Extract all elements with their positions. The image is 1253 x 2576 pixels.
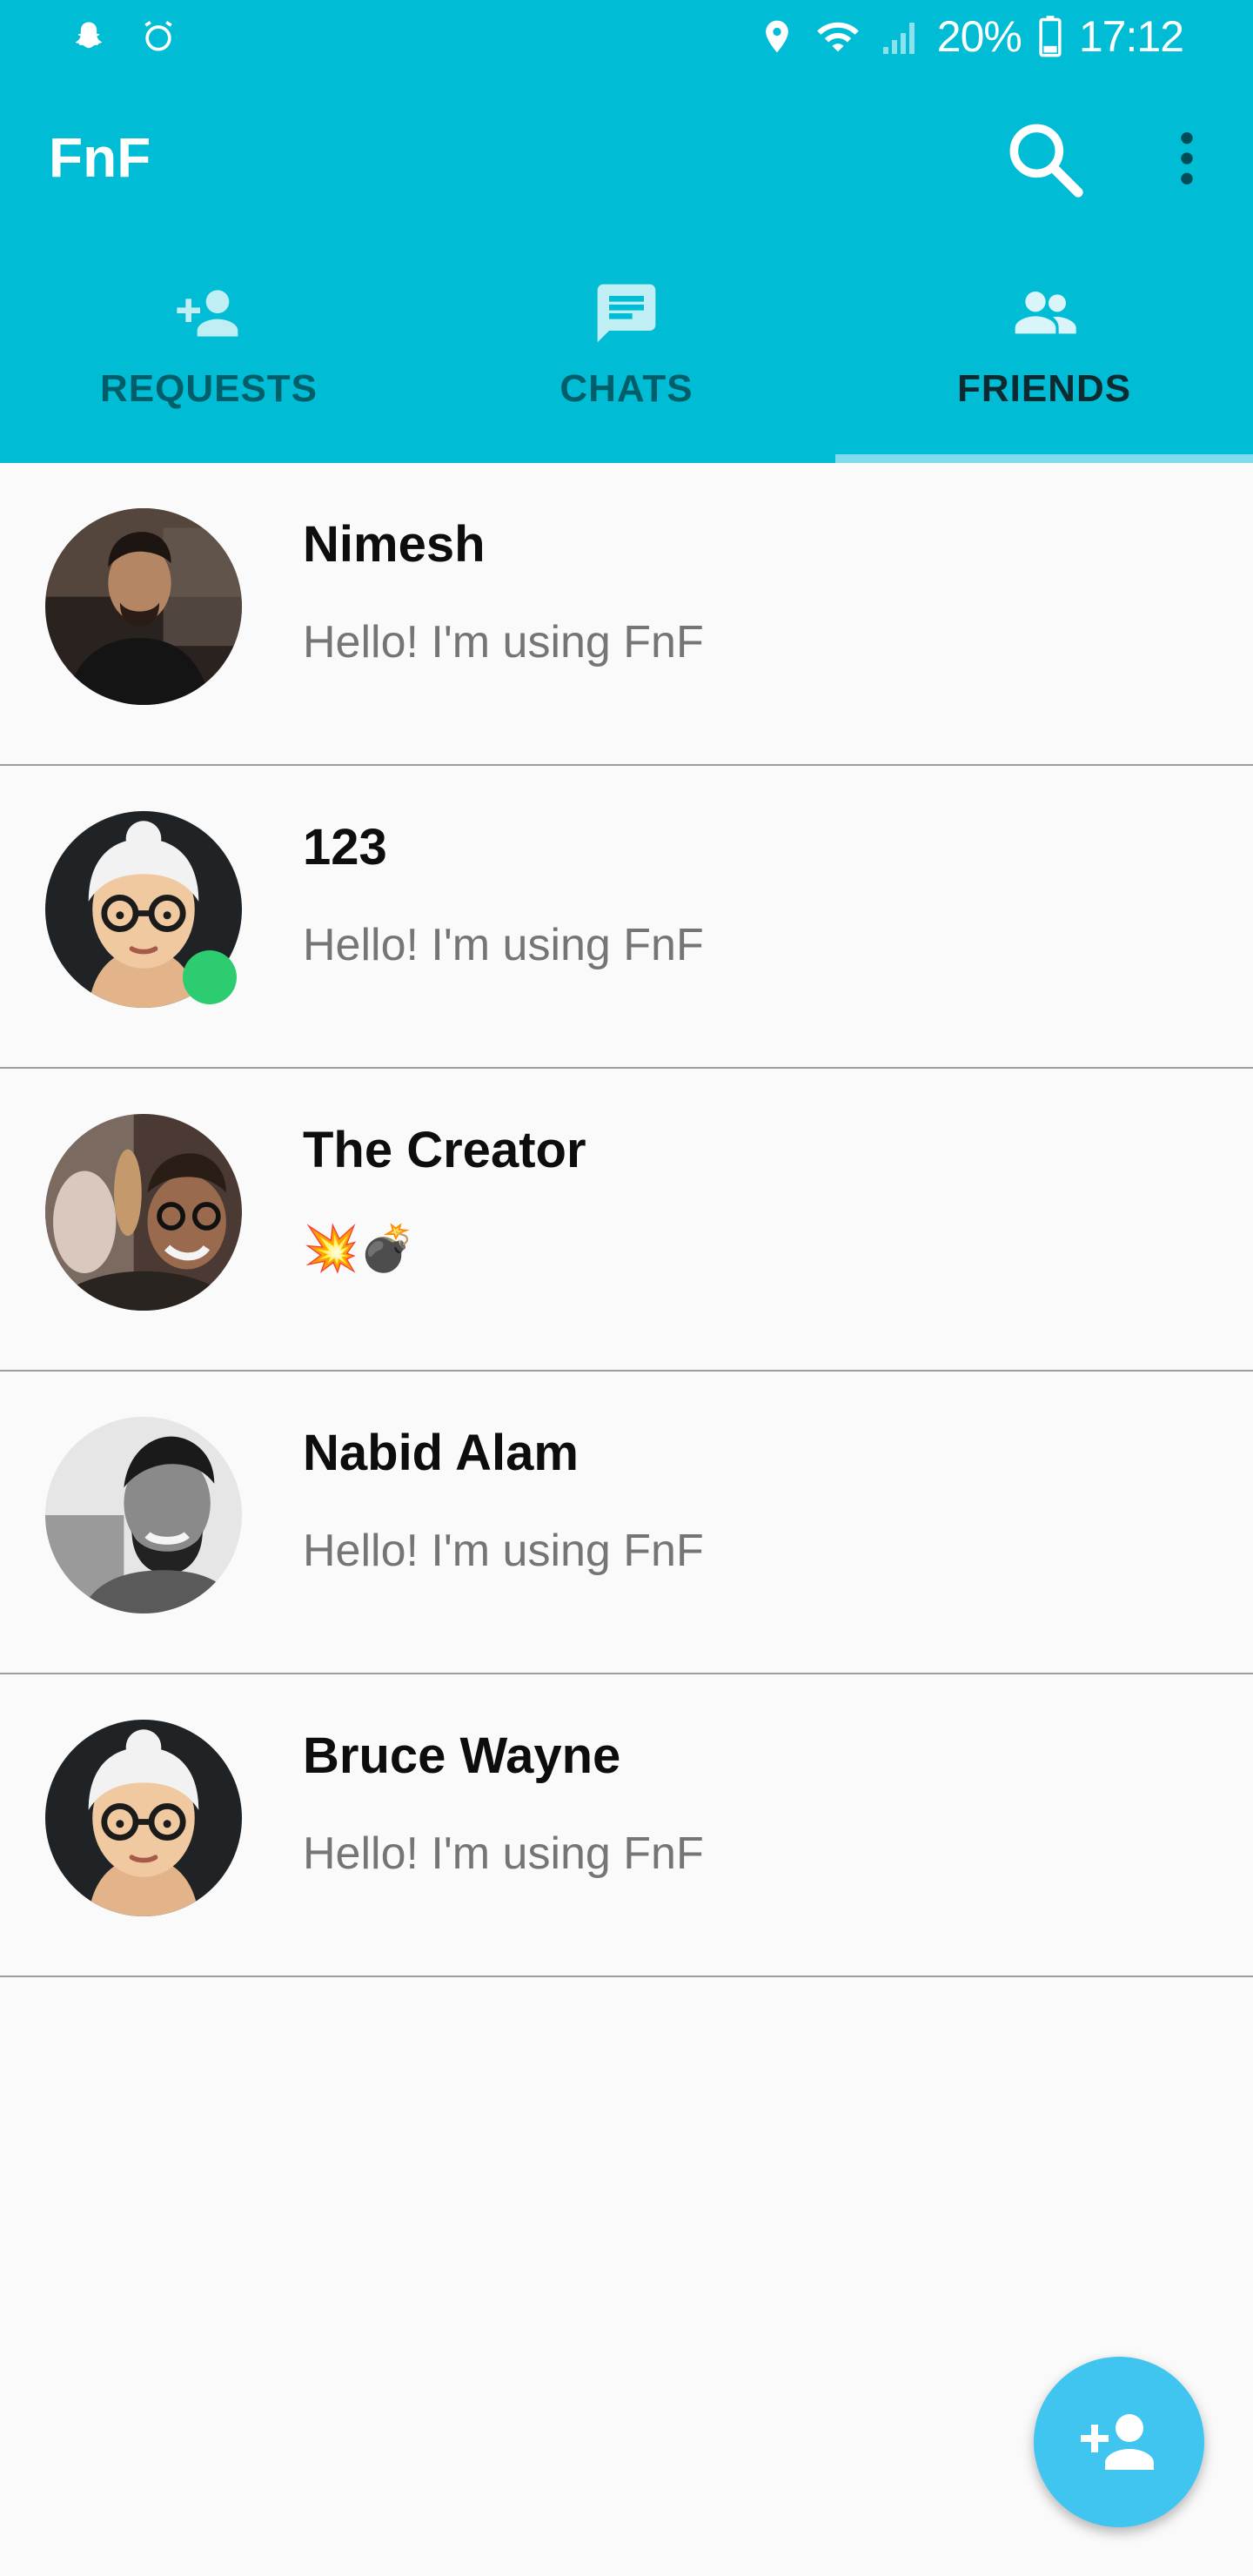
battery-icon bbox=[1039, 16, 1062, 57]
friend-name: Nimesh bbox=[303, 516, 486, 573]
chat-icon bbox=[597, 284, 656, 343]
friend-status: 💥💣 bbox=[303, 1224, 416, 1274]
online-indicator bbox=[183, 950, 237, 1004]
list-item[interactable]: Nabid Alam Hello! I'm using FnF bbox=[0, 1372, 1253, 1674]
add-friend-fab[interactable] bbox=[1034, 2357, 1204, 2527]
tab-bar: REQUESTS CHATS FRIENDS bbox=[0, 252, 1253, 463]
search-icon bbox=[1009, 124, 1083, 198]
default-avatar-icon bbox=[45, 1720, 242, 1916]
friends-list: Nimesh Hello! I'm using FnF 123 Hello! I… bbox=[0, 463, 1253, 1977]
person-add-icon bbox=[177, 290, 238, 337]
more-options-button[interactable] bbox=[1152, 113, 1222, 204]
friend-name: Nabid Alam bbox=[303, 1425, 579, 1481]
person-add-icon bbox=[1081, 2414, 1154, 2470]
list-item[interactable]: Nimesh Hello! I'm using FnF bbox=[0, 463, 1253, 766]
tab-chats-label: CHATS bbox=[559, 367, 694, 410]
tab-friends-label: FRIENDS bbox=[956, 367, 1132, 410]
clock: 17:12 bbox=[1078, 12, 1184, 61]
alarm-icon bbox=[144, 20, 172, 51]
tab-friends[interactable]: FRIENDS bbox=[835, 252, 1253, 463]
list-item[interactable]: The Creator 💥💣 bbox=[0, 1069, 1253, 1372]
avatar bbox=[45, 1720, 242, 1916]
snapchat-icon bbox=[75, 22, 103, 49]
friend-name: 123 bbox=[303, 819, 387, 875]
friend-status: Hello! I'm using FnF bbox=[303, 1526, 704, 1576]
status-right: 20% 17:12 bbox=[758, 9, 1184, 64]
status-bar: 20% 17:12 bbox=[0, 0, 1253, 73]
group-icon bbox=[1015, 292, 1076, 334]
avatar bbox=[45, 1417, 242, 1613]
search-button[interactable] bbox=[999, 113, 1089, 204]
avatar bbox=[45, 1114, 242, 1311]
tab-indicator bbox=[835, 454, 1253, 463]
app-title: FnF bbox=[49, 126, 151, 189]
tab-requests[interactable]: REQUESTS bbox=[0, 252, 418, 463]
friend-status: Hello! I'm using FnF bbox=[303, 1828, 704, 1879]
tab-chats[interactable]: CHATS bbox=[418, 252, 835, 463]
friend-status: Hello! I'm using FnF bbox=[303, 920, 704, 970]
location-icon bbox=[765, 20, 788, 53]
more-vert-icon bbox=[1181, 132, 1193, 184]
friend-name: Bruce Wayne bbox=[303, 1727, 621, 1784]
friend-status: Hello! I'm using FnF bbox=[303, 617, 704, 667]
app-bar: FnF bbox=[0, 73, 1253, 244]
status-left bbox=[70, 17, 178, 56]
app-header: 20% 17:12 FnF REQUESTS CHATS FRIENDS bbox=[0, 0, 1253, 463]
signal-icon bbox=[882, 23, 915, 54]
battery-percent: 20% bbox=[936, 12, 1022, 61]
list-item[interactable]: Bruce Wayne Hello! I'm using FnF bbox=[0, 1674, 1253, 1977]
tab-requests-label: REQUESTS bbox=[99, 367, 318, 410]
list-item[interactable]: 123 Hello! I'm using FnF bbox=[0, 766, 1253, 1069]
avatar bbox=[45, 508, 242, 705]
friend-name: The Creator bbox=[303, 1122, 586, 1178]
wifi-icon bbox=[816, 22, 859, 52]
